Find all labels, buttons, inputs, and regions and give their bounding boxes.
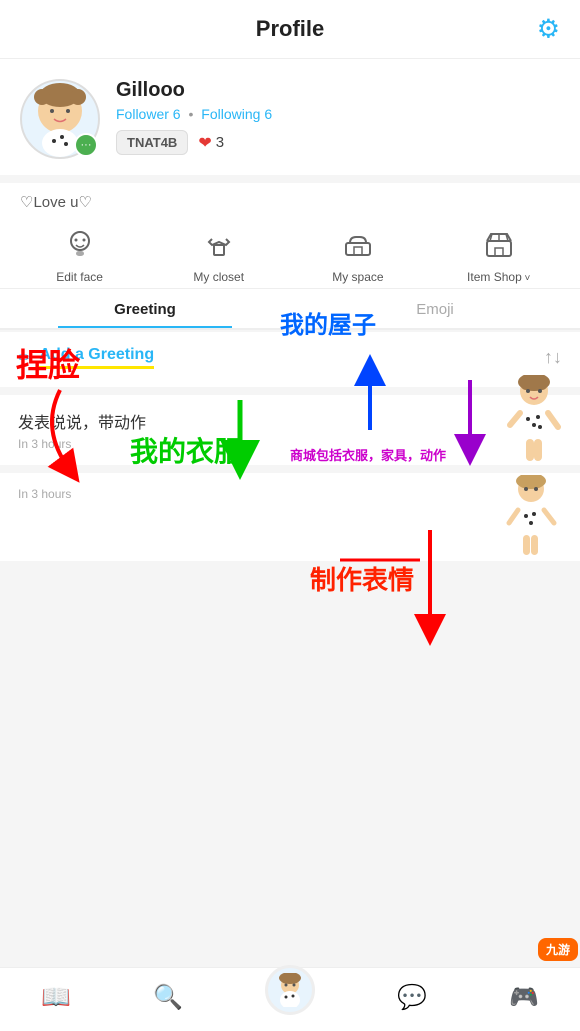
messages-icon: 💬 bbox=[397, 983, 427, 1012]
post-avatar-1 bbox=[504, 375, 564, 455]
following-count: 6 bbox=[264, 106, 272, 122]
my-closet-button[interactable]: My closet bbox=[189, 229, 249, 284]
profile-section: ··· Gillooo Follower 6 • Following 6 TNA… bbox=[0, 59, 580, 175]
header: Profile ⚙ bbox=[0, 0, 580, 59]
face-icon bbox=[65, 229, 95, 266]
pencil-icon: ✏ bbox=[18, 348, 31, 368]
sort-icon[interactable]: ↑↓ bbox=[544, 347, 562, 368]
post-card-2: In 3 hours bbox=[0, 473, 580, 561]
search-icon: 🔍 bbox=[153, 983, 183, 1012]
nav-profile-center[interactable] bbox=[265, 981, 315, 1015]
greeting-section: ✏ Add a Greeting ↑↓ bbox=[0, 332, 580, 387]
post-content-1: 发表说说，带动作 bbox=[18, 409, 562, 433]
bottom-nav: 📖 🔍 💬 🎮 bbox=[0, 967, 580, 1031]
follower-label: Follower bbox=[116, 106, 169, 122]
nav-feed[interactable]: 📖 bbox=[41, 983, 71, 1012]
tagline: ♡Love u♡ bbox=[0, 183, 580, 215]
tabs-row: Greeting Emoji bbox=[0, 289, 580, 330]
shop-icon bbox=[484, 229, 514, 266]
post-time-1: In 3 hours bbox=[18, 437, 562, 451]
nav-messages[interactable]: 💬 bbox=[397, 983, 427, 1012]
post-time-2: In 3 hours bbox=[18, 487, 562, 501]
action-icons: Edit face My closet My space bbox=[0, 215, 580, 289]
my-space-button[interactable]: My space bbox=[328, 229, 388, 284]
post-card-1: 发表说说，带动作 In 3 hours bbox=[0, 395, 580, 465]
nine-icon: 🎮 bbox=[509, 983, 539, 1012]
follow-stats[interactable]: Follower 6 • Following 6 bbox=[116, 106, 560, 122]
avatar[interactable]: ··· bbox=[20, 79, 100, 159]
heart-badge: ❤ 3 bbox=[198, 133, 224, 153]
heart-count: 3 bbox=[216, 134, 224, 151]
tab-greeting[interactable]: Greeting bbox=[0, 289, 290, 328]
settings-icon[interactable]: ⚙ bbox=[537, 14, 560, 45]
online-badge: ··· bbox=[74, 133, 98, 157]
tab-emoji[interactable]: Emoji bbox=[290, 289, 580, 328]
nav-nine[interactable]: 🎮 bbox=[509, 983, 539, 1012]
annotation-emoji: 制作表情 bbox=[310, 560, 414, 597]
add-greeting-button[interactable]: Add a Greeting bbox=[39, 346, 154, 369]
my-closet-label: My closet bbox=[193, 270, 244, 284]
feed-icon: 📖 bbox=[41, 983, 71, 1012]
edit-face-label: Edit face bbox=[56, 270, 103, 284]
add-greeting-row: ✏ Add a Greeting ↑↓ bbox=[18, 346, 562, 369]
closet-icon bbox=[204, 229, 234, 266]
space-icon bbox=[343, 229, 373, 266]
item-shop-label: Item Shop bbox=[467, 270, 530, 284]
heart-icon: ❤ bbox=[198, 133, 211, 153]
profile-info: Gillooo Follower 6 • Following 6 TNAT4B … bbox=[116, 79, 560, 155]
follower-count: 6 bbox=[173, 106, 181, 122]
following-label: Following bbox=[201, 106, 260, 122]
nav-search[interactable]: 🔍 bbox=[153, 983, 183, 1012]
dot-separator: • bbox=[188, 106, 193, 122]
badge-tag: TNAT4B bbox=[116, 130, 188, 155]
nav-avatar-icon bbox=[265, 965, 315, 1015]
item-shop-button[interactable]: Item Shop bbox=[467, 229, 530, 284]
my-space-label: My space bbox=[332, 270, 383, 284]
post-avatar-2 bbox=[504, 475, 564, 555]
username: Gillooo bbox=[116, 79, 560, 102]
profile-badges: TNAT4B ❤ 3 bbox=[116, 130, 560, 155]
page-title: Profile bbox=[256, 16, 324, 42]
edit-face-button[interactable]: Edit face bbox=[50, 229, 110, 284]
watermark: 九游 bbox=[538, 938, 578, 961]
